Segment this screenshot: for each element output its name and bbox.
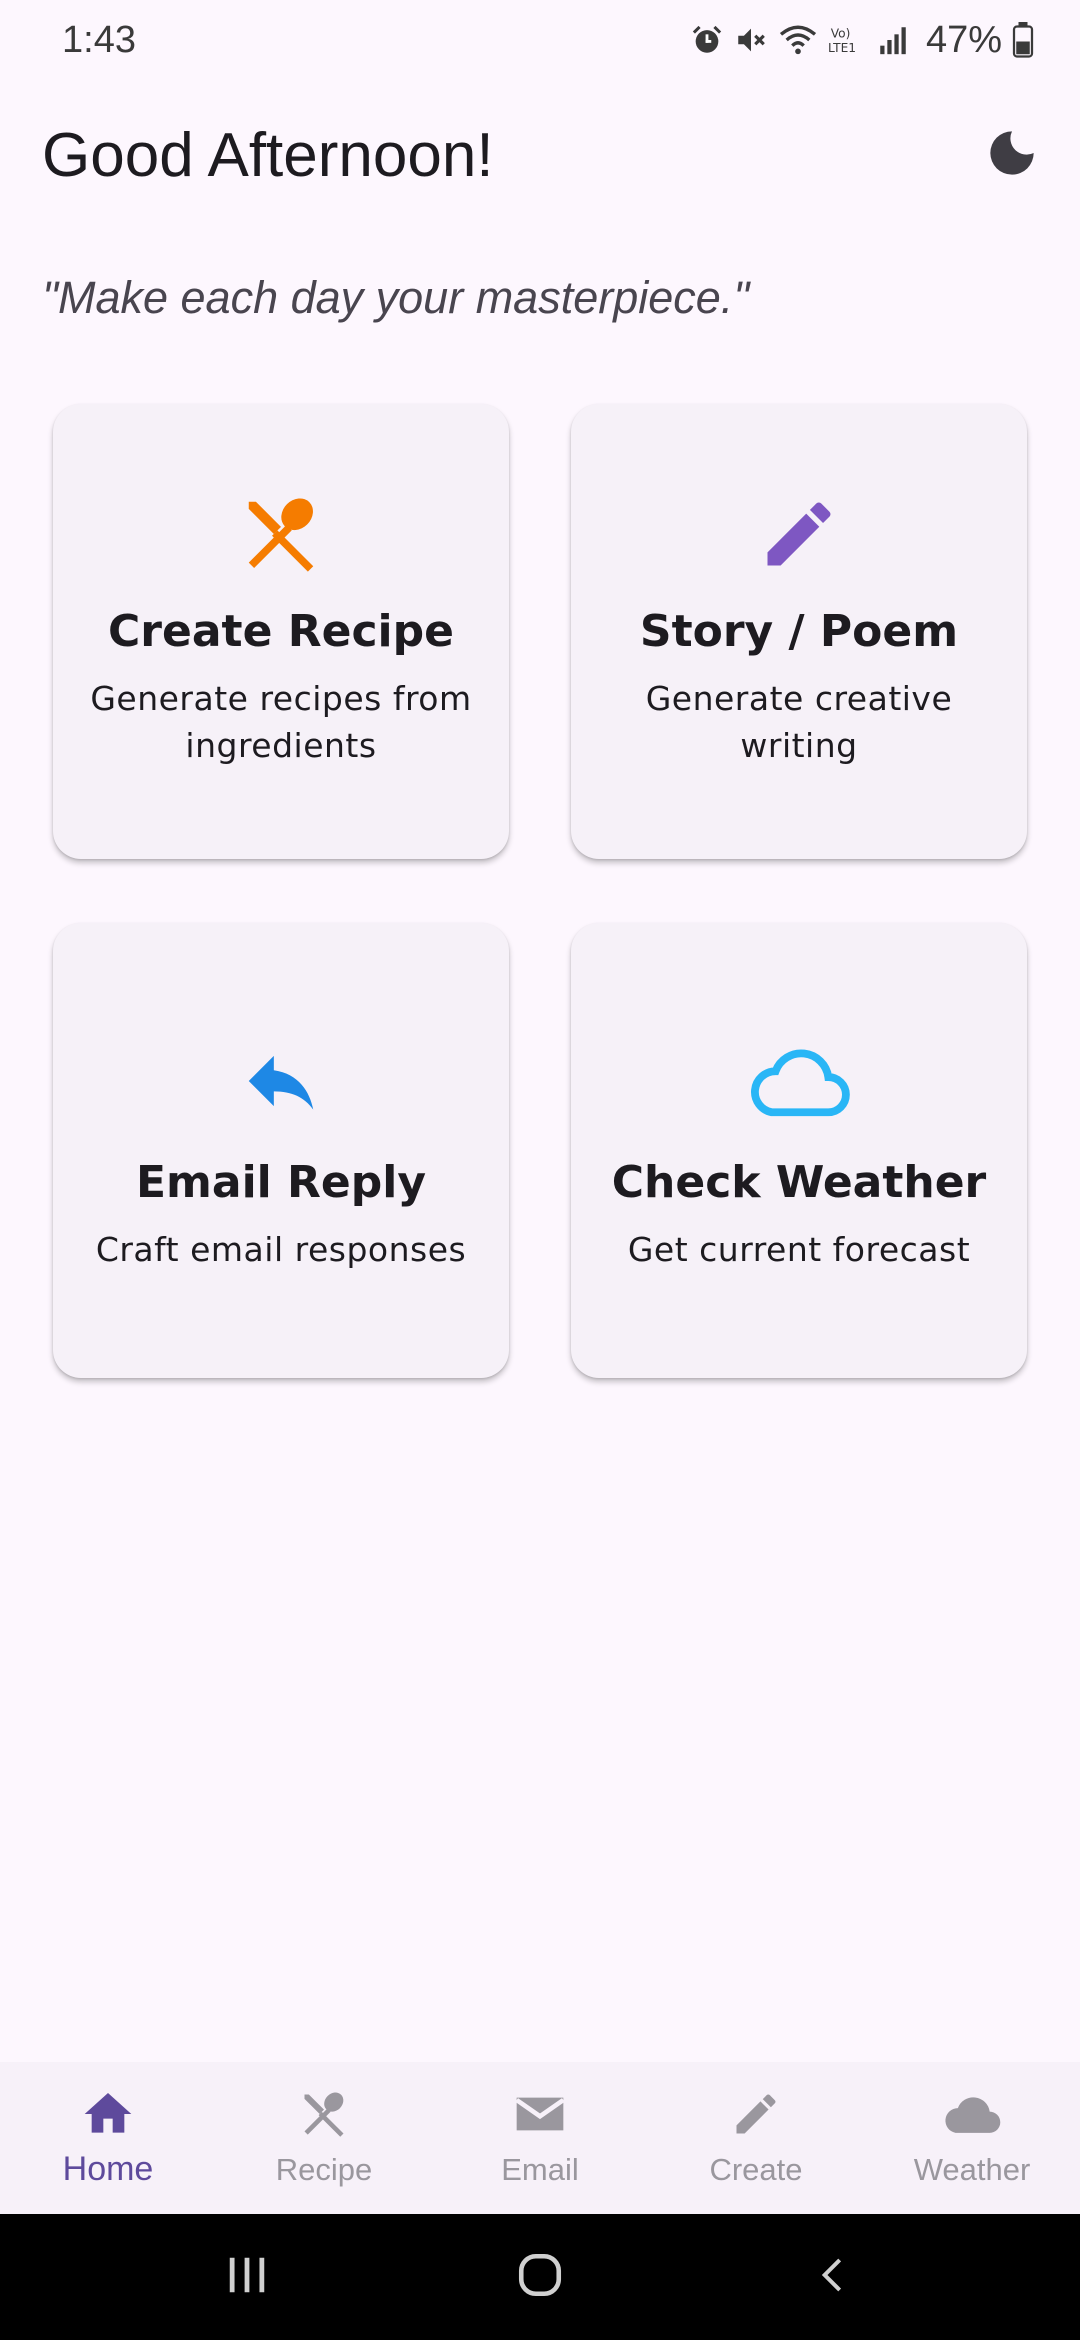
- system-home-button[interactable]: [490, 2237, 590, 2317]
- utensils-icon: [238, 484, 324, 584]
- back-icon: [813, 2252, 853, 2302]
- check-weather-card[interactable]: Check Weather Get current forecast: [571, 923, 1027, 1378]
- pencil-icon: [730, 2082, 782, 2146]
- recents-icon: [224, 2252, 270, 2302]
- motivational-quote: "Make each day your masterpiece.": [42, 272, 750, 323]
- card-title: Email Reply: [135, 1157, 427, 1208]
- svg-text:Vo): Vo): [831, 26, 851, 40]
- create-recipe-card[interactable]: Create Recipe Generate recipes from ingr…: [53, 404, 509, 859]
- status-icons: Vo) LTE1 47%: [690, 19, 1034, 62]
- nav-label: Email: [501, 2152, 579, 2187]
- status-time: 1:43: [62, 18, 136, 61]
- volte-icon: Vo) LTE1: [828, 23, 866, 57]
- email-reply-card[interactable]: Email Reply Craft email responses: [53, 923, 509, 1378]
- nav-item-create[interactable]: Create: [648, 2062, 864, 2188]
- alarm-icon: [690, 23, 724, 57]
- card-title: Story / Poem: [639, 606, 959, 657]
- bottom-navigation: Home Recipe Email Create Weather: [0, 2062, 1080, 2214]
- utensils-icon: [298, 2082, 350, 2146]
- mute-icon: [734, 23, 768, 57]
- card-title: Create Recipe: [108, 606, 454, 657]
- cloud-icon: [939, 2082, 1005, 2146]
- feature-grid: Create Recipe Generate recipes from ingr…: [53, 404, 1028, 1378]
- nav-item-home[interactable]: Home: [0, 2062, 216, 2189]
- nav-item-email[interactable]: Email: [432, 2062, 648, 2188]
- recents-button[interactable]: [197, 2237, 297, 2317]
- nav-item-recipe[interactable]: Recipe: [216, 2062, 432, 2188]
- moon-icon: [986, 127, 1038, 183]
- pencil-icon: [757, 484, 841, 584]
- header: Good Afternoon!: [42, 115, 1042, 195]
- story-poem-card[interactable]: Story / Poem Generate creative writing: [571, 404, 1027, 859]
- nav-label: Recipe: [275, 2152, 373, 2187]
- card-description: Craft email responses: [95, 1230, 467, 1269]
- card-description: Generate creative writing: [645, 679, 953, 765]
- home-icon: [80, 2082, 136, 2146]
- card-title: Check Weather: [611, 1157, 987, 1208]
- card-description: Get current forecast: [627, 1230, 971, 1269]
- nav-label: Weather: [913, 2152, 1031, 2187]
- battery-icon: [1012, 22, 1034, 58]
- reply-icon: [238, 1031, 324, 1131]
- nav-item-weather[interactable]: Weather: [864, 2062, 1080, 2188]
- cloud-icon: [744, 1031, 854, 1131]
- theme-toggle-button[interactable]: [982, 125, 1042, 185]
- signal-icon: [876, 23, 910, 57]
- svg-text:LTE1: LTE1: [828, 41, 856, 55]
- battery-percent: 47%: [925, 18, 1002, 61]
- status-bar: 1:43 Vo) LTE1 47%: [0, 0, 1080, 80]
- card-description: Generate recipes from ingredients: [90, 679, 472, 765]
- wifi-icon: [778, 23, 818, 57]
- mail-icon: [512, 2082, 568, 2146]
- nav-label: Create: [709, 2152, 803, 2187]
- greeting-title: Good Afternoon!: [42, 120, 494, 190]
- back-button[interactable]: [783, 2237, 883, 2317]
- nav-label: Home: [62, 2150, 154, 2188]
- system-navigation-bar: [0, 2214, 1080, 2340]
- home-circle-icon: [515, 2250, 565, 2304]
